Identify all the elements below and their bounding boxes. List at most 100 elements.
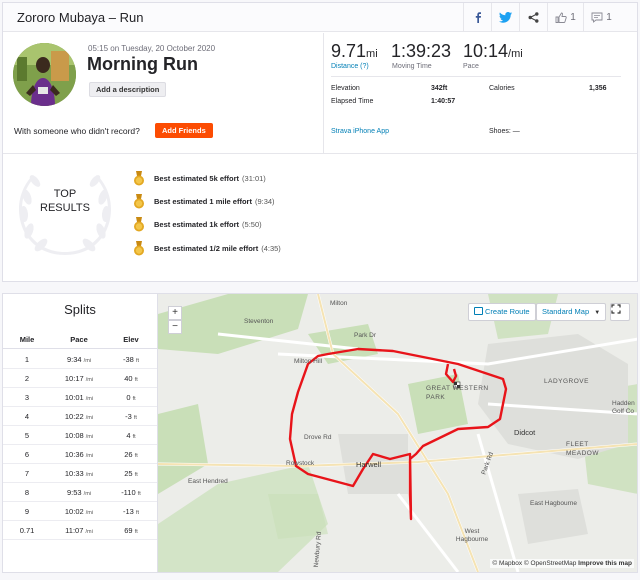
map-label-milton-hill: Milton Hill xyxy=(294,358,323,365)
map-label-steventon: Steventon xyxy=(244,318,274,325)
route-map[interactable]: Milton Steventon Milton Hill Park Dr GRE… xyxy=(158,294,637,572)
gold-medal-icon xyxy=(134,193,144,208)
kudos-button[interactable]: 1 xyxy=(547,3,583,31)
split-mile: 5 xyxy=(24,431,30,440)
effort-time: (4:35) xyxy=(261,243,281,253)
split-elev: 4 ft xyxy=(126,431,136,440)
best-effort-item[interactable]: Best estimated 1/2 mile effort (4:35) xyxy=(133,240,281,256)
effort-name: Best estimated 1/2 mile effort xyxy=(154,243,259,253)
create-route-label: Create Route xyxy=(485,307,530,316)
comments-button[interactable]: 1 xyxy=(583,3,619,31)
effort-time: (31:01) xyxy=(242,173,266,183)
map-label-harwell: Harwell xyxy=(356,460,382,469)
split-pace: 10:33 /mi xyxy=(64,469,94,478)
shoes-info: Shoes: — xyxy=(489,128,520,135)
split-mile: 3 xyxy=(24,393,30,402)
split-pace: 10:02 /mi xyxy=(64,507,94,516)
map-canvas xyxy=(158,294,637,572)
split-row: 4 10:22 /mi -3 ft xyxy=(3,407,157,426)
athlete-photo xyxy=(13,43,76,106)
fullscreen-button[interactable] xyxy=(610,303,630,321)
chevron-down-icon: ▼ xyxy=(594,310,601,316)
splits-map-card: Splits Mile Pace Elev 1 9:34 /mi -38 ft … xyxy=(2,293,638,573)
split-elev: -110 ft xyxy=(121,488,141,497)
add-description-button[interactable]: Add a description xyxy=(89,82,167,97)
device-link[interactable]: Strava iPhone App xyxy=(331,128,389,135)
map-attribution[interactable]: © Mapbox © OpenStreetMap Improve this ma… xyxy=(490,559,634,568)
split-pace: 11:07 /mi xyxy=(65,526,93,535)
split-elev: 69 ft xyxy=(124,526,138,535)
effort-time: (5:50) xyxy=(242,219,262,229)
gold-medal-icon xyxy=(134,240,144,255)
pace-unit: /mi xyxy=(508,48,523,60)
split-elev: -13 ft xyxy=(123,507,139,516)
map-label-milton: Milton xyxy=(330,300,348,307)
best-effort-item[interactable]: Best estimated 1k effort (5:50) xyxy=(133,216,262,232)
someone-didnt-record-text: With someone who didn't record? xyxy=(14,126,140,136)
map-label-great-western-park: GREAT WESTERN PARK xyxy=(426,385,489,401)
map-type-label: Standard Map xyxy=(542,307,590,316)
split-mile: 0.71 xyxy=(19,526,35,535)
expand-icon xyxy=(611,304,621,314)
effort-name: Best estimated 5k effort xyxy=(154,173,240,183)
split-row: 1 9:34 /mi -38 ft xyxy=(3,350,157,369)
map-label-ladygrove: LADYGROVE xyxy=(544,378,589,385)
calories-value: 1,356 xyxy=(589,85,607,92)
comment-count: 1 xyxy=(606,11,612,23)
split-row: 7 10:33 /mi 25 ft xyxy=(3,464,157,483)
best-effort-item[interactable]: Best estimated 1 mile effort (9:34) xyxy=(133,193,275,209)
effort-time: (9:34) xyxy=(254,196,275,206)
distance-stat: 9.71mi xyxy=(331,41,378,62)
zoom-out-button[interactable]: − xyxy=(168,320,182,334)
distance-label[interactable]: Distance (?) xyxy=(331,63,369,70)
elev-header: Elev xyxy=(123,335,139,344)
split-row: 5 10:08 /mi 4 ft xyxy=(3,426,157,445)
create-route-button[interactable]: Create Route xyxy=(468,303,536,321)
athlete-avatar[interactable] xyxy=(13,43,76,106)
splits-header-row: Mile Pace Elev xyxy=(3,335,157,349)
map-label-rowstock: Rowstock xyxy=(286,460,315,467)
moving-time-value: 1:39:23 xyxy=(391,41,452,61)
kudos-count: 1 xyxy=(570,11,576,23)
split-row: 2 10:17 /mi 40 ft xyxy=(3,369,157,388)
activity-datetime: 05:15 on Tuesday, 20 October 2020 xyxy=(88,44,216,53)
split-elev: -3 ft xyxy=(125,412,137,421)
improve-map-link[interactable]: Improve this map xyxy=(578,560,632,567)
activity-header: Zororo Mubaya – Run 1 1 xyxy=(3,3,637,32)
activity-header-title: Zororo Mubaya – Run xyxy=(17,10,144,25)
zoom-in-button[interactable]: + xyxy=(168,306,182,320)
map-label-park-dr: Park Dr xyxy=(354,332,377,339)
elapsed-time-value: 1:40:57 xyxy=(431,98,456,105)
best-effort-item[interactable]: Best estimated 5k effort (31:01) xyxy=(133,170,266,186)
split-row: 6 10:36 /mi 26 ft xyxy=(3,445,157,464)
share-button[interactable] xyxy=(519,3,547,31)
split-elev: 26 ft xyxy=(124,450,138,459)
facebook-share-button[interactable] xyxy=(463,3,491,31)
split-row: 0.71 11:07 /mi 69 ft xyxy=(3,521,157,540)
split-pace: 10:01 /mi xyxy=(64,393,94,402)
pace-header: Pace xyxy=(70,335,88,344)
map-label-fleet-meadow: FLEET MEADOW xyxy=(566,441,599,457)
map-type-dropdown[interactable]: Standard Map ▼ xyxy=(536,303,607,321)
distance-unit: mi xyxy=(366,48,378,60)
top-results-line2: RESULTS xyxy=(40,202,90,214)
add-friends-button[interactable]: Add Friends xyxy=(155,123,213,138)
split-elev: 25 ft xyxy=(124,469,138,478)
moving-time-stat: 1:39:23 xyxy=(391,41,451,62)
split-mile: 1 xyxy=(24,355,30,364)
map-label-didcot: Didcot xyxy=(514,428,536,437)
pace-stat: 10:14/mi xyxy=(463,41,523,62)
map-credit-text: © Mapbox © OpenStreetMap xyxy=(492,560,577,567)
gold-medal-icon xyxy=(134,170,144,185)
twitter-icon xyxy=(499,11,512,23)
split-pace: 10:08 /mi xyxy=(64,431,94,440)
gold-medal-icon xyxy=(134,216,144,231)
map-label-west-hagbourne: West Hagbourne xyxy=(455,528,489,543)
map-label-east-hagbourne: East Hagbourne xyxy=(530,500,577,507)
route-icon xyxy=(474,307,483,315)
distance-value: 9.71 xyxy=(331,41,367,61)
split-mile: 9 xyxy=(24,507,30,516)
activity-title: Morning Run xyxy=(87,54,198,74)
split-mile: 2 xyxy=(24,374,30,383)
twitter-share-button[interactable] xyxy=(491,3,519,31)
